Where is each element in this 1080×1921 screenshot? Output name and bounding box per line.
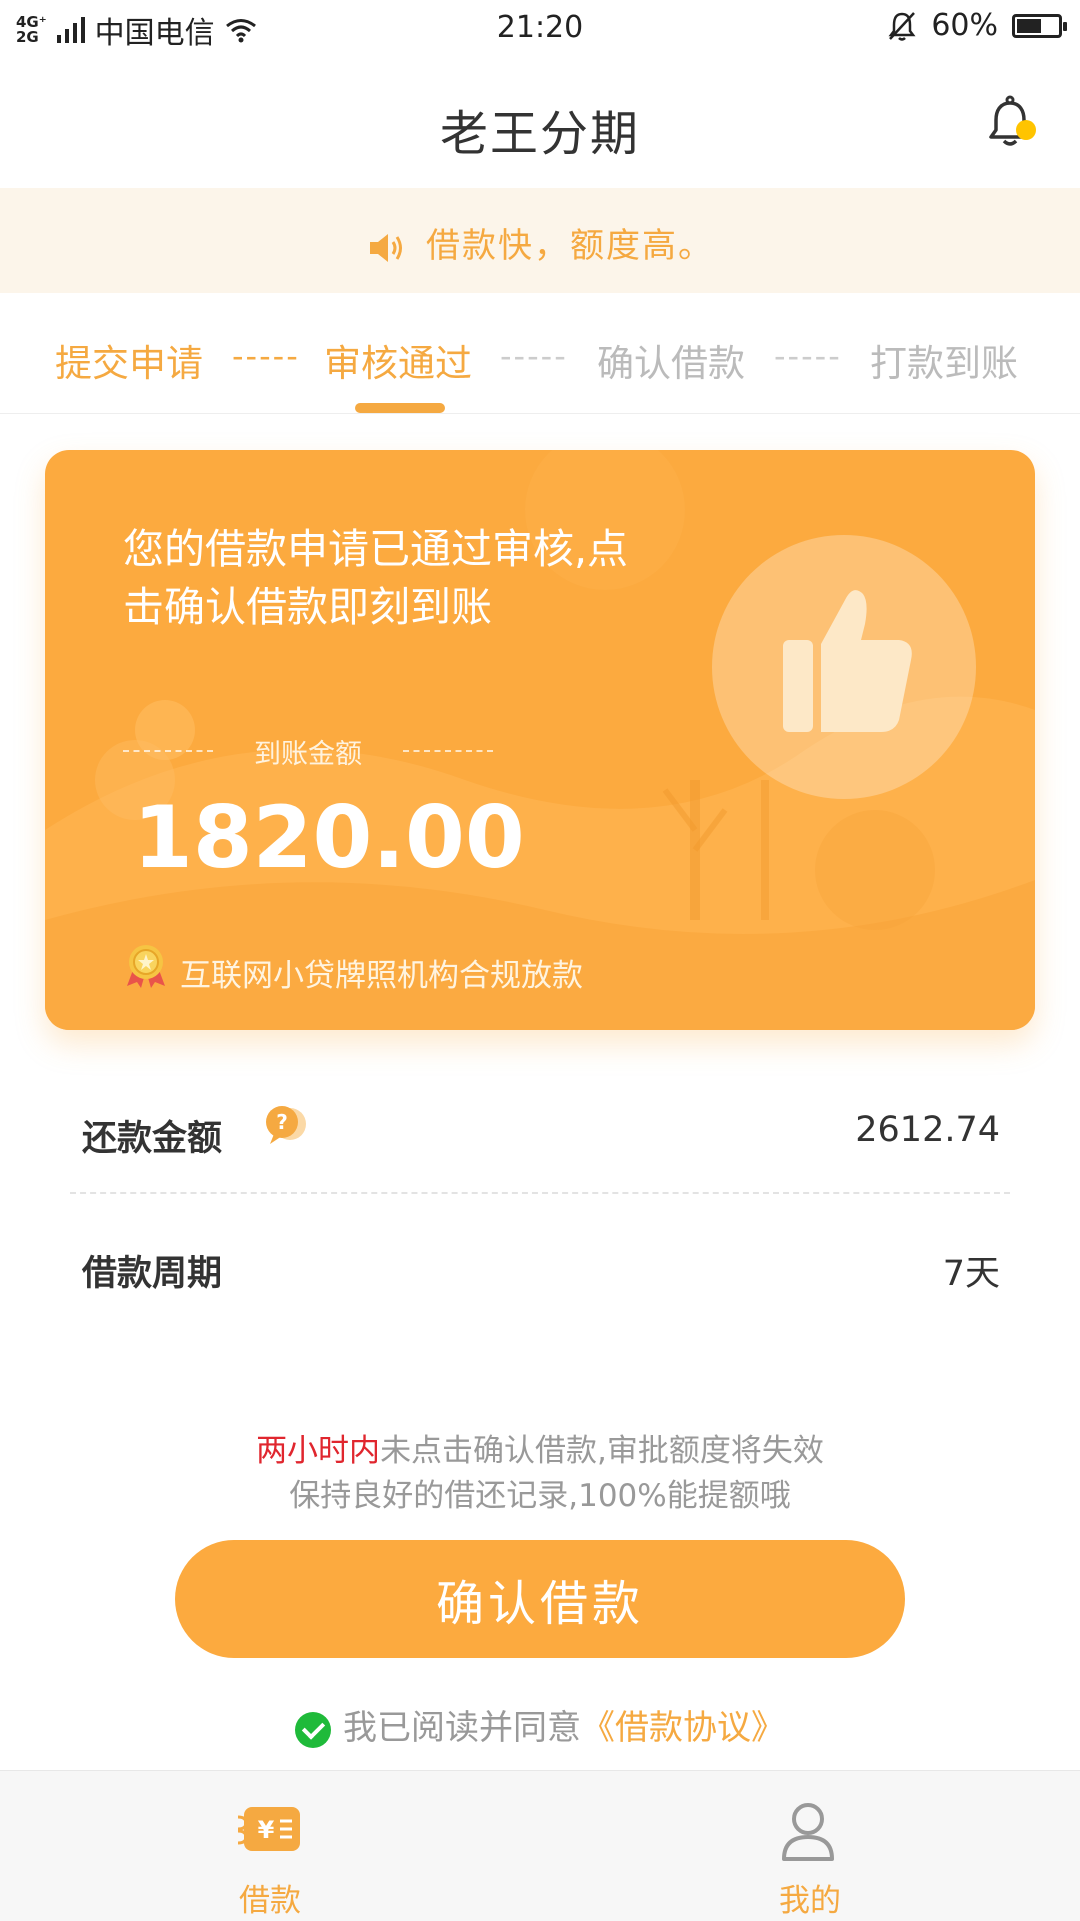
step-separator: ----- (232, 337, 300, 375)
step-confirm: 确认借款 (597, 342, 745, 385)
help-icon[interactable]: ? (260, 1104, 310, 1148)
approval-message: 您的借款申请已通过审核,点击确认借款即刻到账 (123, 525, 629, 631)
agreement-prefix: 我已阅读并同意 (343, 1708, 581, 1748)
warning-text: 未点击确认借款,审批额度将失效 (380, 1433, 824, 1469)
repay-amount-row: 还款金额 ? 2612.74 (70, 1090, 1000, 1170)
license-text: 互联网小贷牌照机构合规放款 (180, 958, 583, 994)
warning-highlight: 两小时内 (256, 1433, 381, 1469)
notice-text: 借款快，额度高。 (426, 226, 714, 266)
loan-period-value: 7天 (942, 1254, 1000, 1294)
bottom-tab-bar: ¥ 借款 我的 (0, 1770, 1080, 1921)
credit-tip: 保持良好的借还记录,100%能提额哦 (289, 1478, 791, 1514)
notice-content: 借款快，额度高。 (0, 218, 1080, 267)
approval-card: 您的借款申请已通过审核,点击确认借款即刻到账 到账金额 1820.00 互联网小… (45, 450, 1035, 1030)
loan-period-row: 借款周期 7天 (70, 1225, 1000, 1305)
current-step-indicator (355, 403, 445, 413)
thumbs-up-icon (783, 590, 912, 732)
dash-right (403, 750, 493, 752)
repay-amount-value: 2612.74 (855, 1110, 1000, 1150)
notice-banner: 借款快，额度高。 (0, 188, 1080, 293)
step-separator: ----- (500, 337, 568, 375)
tab-loan[interactable]: ¥ 借款 (0, 1771, 540, 1921)
status-right: 60% (887, 8, 1067, 43)
loan-agreement-link[interactable]: 《借款协议》 (581, 1708, 785, 1748)
progress-steps: 提交申请 ----- 审核通过 ----- 确认借款 ----- 打款到账 (0, 293, 1080, 414)
agreement-row: 我已阅读并同意《借款协议》 (0, 1700, 1080, 1749)
svg-text:¥: ¥ (258, 1816, 275, 1844)
expiry-warning: 两小时内未点击确认借款,审批额度将失效 (0, 1425, 1080, 1470)
step-approved: 审核通过 (324, 342, 472, 385)
confirm-loan-button[interactable]: 确认借款 (175, 1540, 905, 1658)
agree-checkbox-icon[interactable] (295, 1711, 331, 1748)
loan-period-label: 借款周期 (82, 1254, 223, 1294)
battery-percent: 60% (931, 8, 998, 43)
page-title: 老王分期 (439, 106, 640, 162)
license-badge-icon (127, 945, 165, 988)
speaker-icon (370, 233, 402, 262)
battery-icon (1012, 13, 1067, 38)
divider (70, 1192, 1010, 1194)
step-submit: 提交申请 (55, 342, 203, 385)
svg-text:?: ? (276, 1110, 288, 1134)
tab-profile-label: 我的 (779, 1883, 841, 1919)
tab-profile[interactable]: 我的 (540, 1771, 1080, 1921)
status-bar: 4G⁺ 2G 中国电信 21:20 60% (0, 0, 1080, 56)
step-disbursed: 打款到账 (870, 342, 1018, 385)
mute-bell-icon (888, 11, 916, 41)
profile-icon (782, 1803, 834, 1861)
amount-label-row: 到账金额 (123, 732, 493, 772)
disbursed-amount: 1820.00 (133, 788, 525, 888)
app-header: 老王分期 (0, 56, 1080, 188)
loan-icon: ¥ (237, 1807, 300, 1851)
repay-amount-label: 还款金额 (82, 1119, 223, 1159)
tab-loan-label: 借款 (239, 1883, 301, 1919)
step-separator: ----- (774, 337, 842, 375)
notification-dot (1016, 120, 1036, 140)
